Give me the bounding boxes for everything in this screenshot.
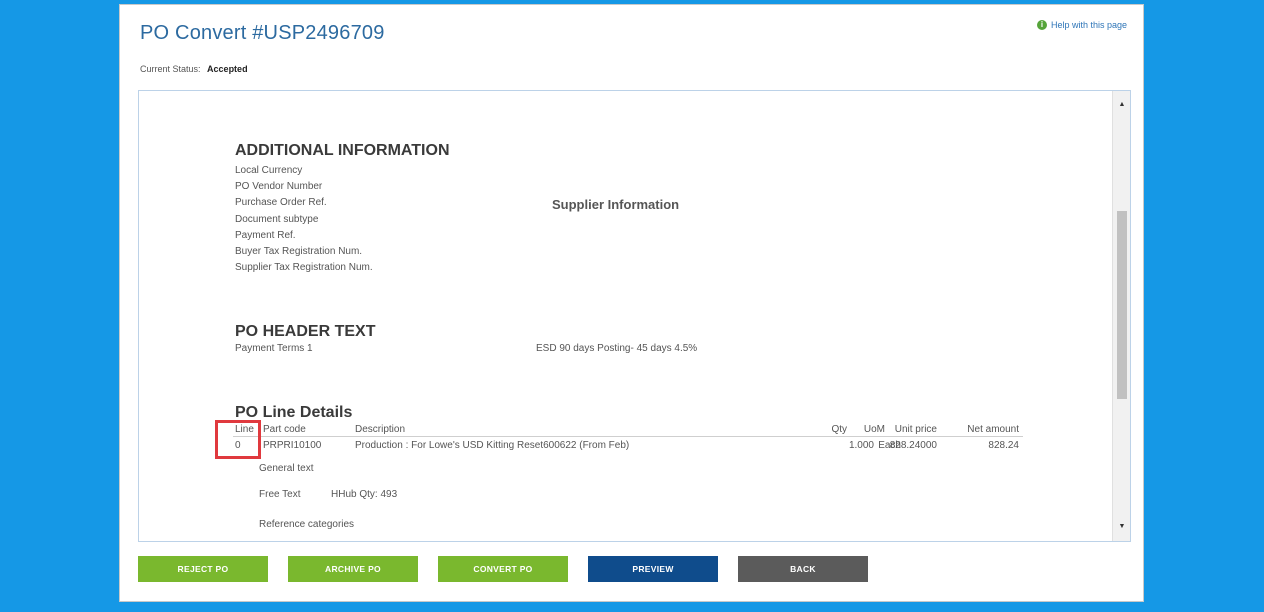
po-convert-window: PO Convert #USP2496709 i Help with this … bbox=[119, 4, 1144, 602]
status-label: Current Status: bbox=[140, 64, 201, 74]
col-net-amount: Net amount bbox=[967, 424, 1019, 435]
document-content: ADDITIONAL INFORMATION Local Currency PO… bbox=[139, 91, 1112, 541]
field-payment-ref: Payment Ref. bbox=[235, 229, 296, 241]
cell-part-code: PRPRI10100 bbox=[263, 440, 322, 451]
cell-qty: 1.000 bbox=[848, 440, 874, 451]
reference-categories-label: Reference categories bbox=[259, 519, 355, 530]
cell-net-amount: 828.24 bbox=[988, 440, 1019, 451]
scroll-thumb[interactable] bbox=[1117, 211, 1127, 399]
free-text-value: HHub Qty: 493 bbox=[331, 489, 398, 500]
col-description: Description bbox=[355, 424, 406, 435]
additional-info-title: ADDITIONAL INFORMATION bbox=[235, 142, 450, 159]
document-scrollbar[interactable]: ▲ ▼ bbox=[1112, 91, 1130, 541]
additional-info-fields: Local Currency PO Vendor Number Purchase… bbox=[235, 163, 373, 276]
reject-po-button[interactable]: REJECT PO bbox=[138, 556, 268, 582]
field-document-subtype: Document subtype bbox=[235, 213, 319, 225]
payment-terms-label: Payment Terms 1 bbox=[235, 343, 313, 354]
status-line: Current Status: Accepted bbox=[140, 64, 248, 74]
document-preview-frame[interactable]: ADDITIONAL INFORMATION Local Currency PO… bbox=[138, 90, 1131, 542]
scroll-down-arrow-icon[interactable]: ▼ bbox=[1113, 519, 1130, 535]
info-icon: i bbox=[1036, 20, 1047, 30]
supplier-information-label: Supplier Information bbox=[552, 197, 680, 212]
preview-button[interactable]: PREVIEW bbox=[588, 556, 718, 582]
col-uom: UoM bbox=[863, 424, 885, 435]
help-link[interactable]: i Help with this page bbox=[1036, 20, 1127, 30]
back-button[interactable]: BACK bbox=[738, 556, 868, 582]
free-text-label: Free Text bbox=[259, 489, 301, 500]
general-text-label: General text bbox=[259, 463, 314, 474]
cell-description: Production : For Lowe's USD Kitting Rese… bbox=[355, 440, 630, 451]
action-bar: REJECT PO ARCHIVE PO CONVERT PO PREVIEW … bbox=[138, 556, 868, 582]
archive-po-button[interactable]: ARCHIVE PO bbox=[288, 556, 418, 582]
field-supplier-tax-reg: Supplier Tax Registration Num. bbox=[235, 262, 373, 274]
po-header-text-title: PO HEADER TEXT bbox=[235, 323, 376, 340]
field-purchase-order-ref: Purchase Order Ref. bbox=[235, 197, 327, 209]
scroll-up-arrow-icon[interactable]: ▲ bbox=[1113, 97, 1130, 113]
col-unit-price: Unit price bbox=[894, 424, 937, 435]
page-title: PO Convert #USP2496709 bbox=[140, 22, 385, 44]
col-part-code: Part code bbox=[263, 424, 306, 435]
field-buyer-tax-reg: Buyer Tax Registration Num. bbox=[235, 246, 363, 258]
cell-unit-price: 828.24000 bbox=[889, 440, 937, 451]
field-local-currency: Local Currency bbox=[235, 165, 303, 176]
help-link-label: Help with this page bbox=[1050, 20, 1127, 30]
table-row: 0 PRPRI10100 Production : For Lowe's USD… bbox=[233, 440, 1023, 454]
convert-po-button[interactable]: CONVERT PO bbox=[438, 556, 568, 582]
col-qty: Qty bbox=[831, 424, 847, 435]
line-highlight-box bbox=[215, 420, 261, 459]
line-table-header: Line Part code Description Qty UoM Unit … bbox=[233, 424, 1023, 437]
payment-terms-value: ESD 90 days Posting- 45 days 4.5% bbox=[536, 343, 698, 354]
status-value: Accepted bbox=[207, 64, 248, 74]
field-po-vendor-number: PO Vendor Number bbox=[235, 181, 323, 193]
